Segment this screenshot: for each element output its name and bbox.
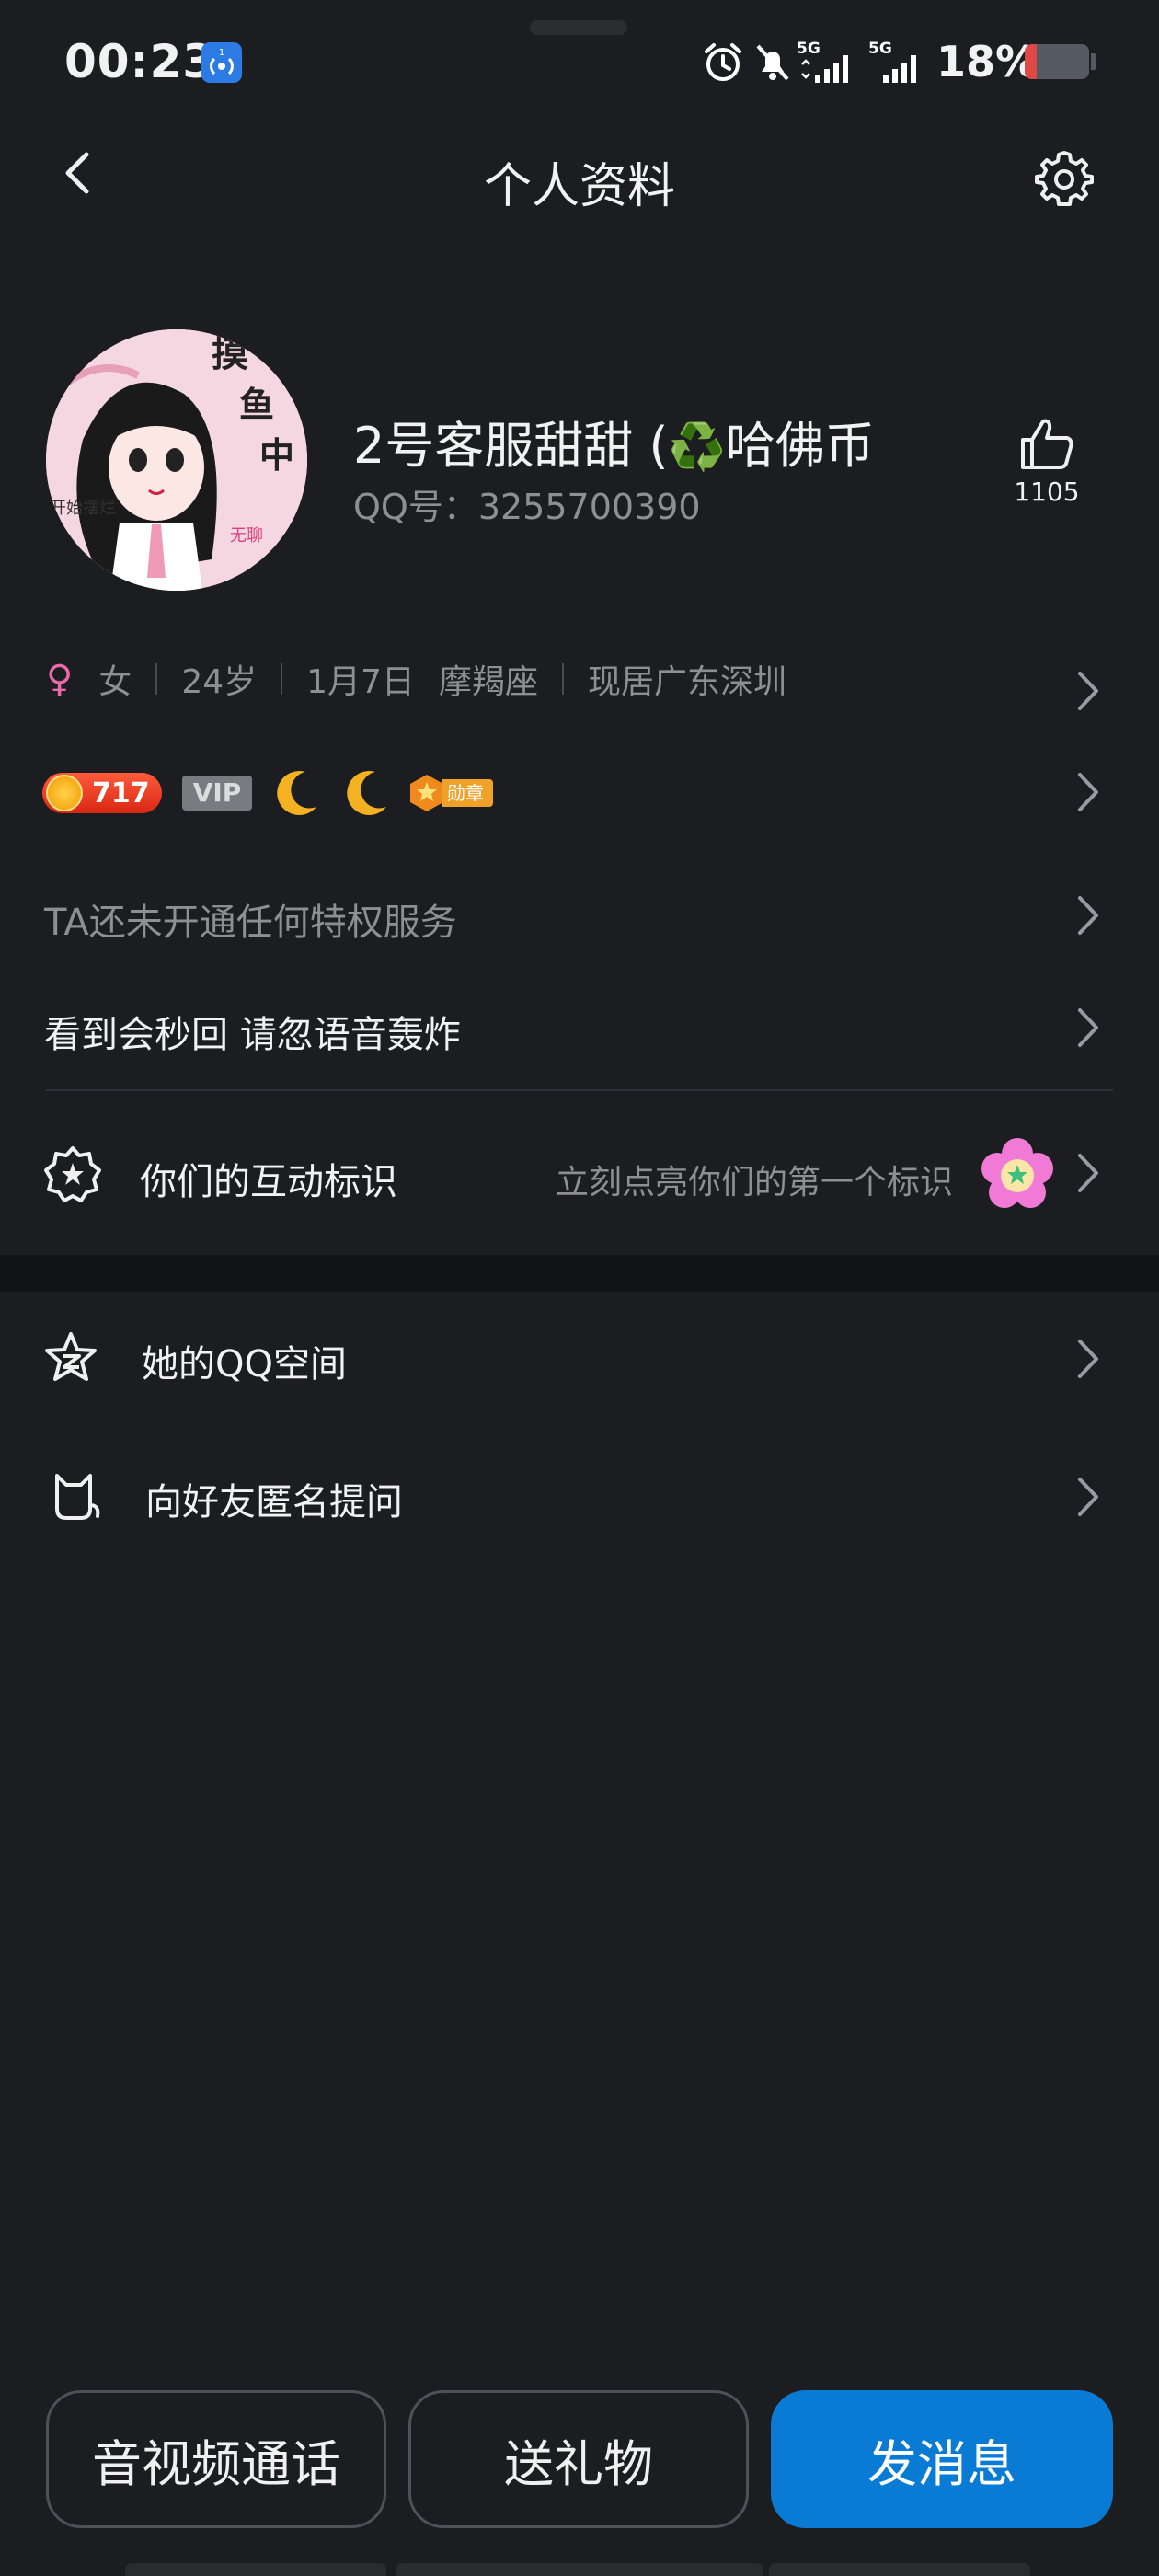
nav-bar-segment xyxy=(396,2563,763,2576)
thumbs-up-icon xyxy=(1021,419,1073,469)
level-badge: 717 xyxy=(42,773,162,813)
privilege-row[interactable]: TA还未开通任何特权服务 xyxy=(44,892,457,946)
chevron-right-icon[interactable] xyxy=(1076,1152,1100,1198)
section-separator xyxy=(0,1255,1159,1292)
medal-badge: 勋章 xyxy=(407,774,493,812)
signature-row[interactable]: 看到会秒回 请忽语音轰炸 xyxy=(44,1005,461,1058)
battery-icon xyxy=(1025,44,1089,79)
battery-tip xyxy=(1091,53,1096,70)
chevron-right-icon[interactable] xyxy=(1076,670,1100,716)
qq-label: QQ号： xyxy=(353,487,478,527)
chevron-right-icon[interactable] xyxy=(1076,1476,1100,1522)
svg-text:摸: 摸 xyxy=(212,333,248,375)
avatar[interactable]: 摸 鱼 中 开始摆烂 无聊 xyxy=(46,329,307,591)
nickname-suffix: 哈佛币 xyxy=(725,417,875,475)
hotspot-icon: 1 xyxy=(201,42,242,83)
divider xyxy=(561,663,564,695)
female-icon: ♀ xyxy=(46,658,74,700)
divider xyxy=(46,1089,1113,1091)
qq-value: 3255700390 xyxy=(477,487,701,527)
nickname: 2号客服甜甜 (♻️哈佛币 xyxy=(353,405,875,477)
medal-label: 勋章 xyxy=(442,779,493,807)
chevron-right-icon[interactable] xyxy=(1076,771,1100,817)
signal-icon-1: 5G xyxy=(797,39,857,86)
nav-bar-segment xyxy=(125,2563,386,2576)
location: 现居广东深圳 xyxy=(587,663,786,701)
svg-text:无聊: 无聊 xyxy=(230,526,263,546)
recycle-emoji: ♻️ xyxy=(668,420,726,474)
badge-row[interactable]: 717 VIP 勋章 xyxy=(42,771,493,816)
nav-bar-segment xyxy=(769,2563,1030,2576)
gear-icon xyxy=(1035,151,1094,206)
nickname-prefix: 2号客服甜甜 ( xyxy=(353,417,669,475)
svg-text:1: 1 xyxy=(219,48,224,58)
divider xyxy=(155,663,158,695)
flower-icon xyxy=(981,1137,1054,1211)
signal-icon-2: 5G xyxy=(868,39,929,86)
moon-icon xyxy=(347,771,386,816)
mute-bell-icon xyxy=(751,40,795,85)
moon-icon xyxy=(277,771,316,816)
status-time: 00:23 xyxy=(64,35,216,88)
interaction-hint[interactable]: 立刻点亮你们的第一个标识 xyxy=(556,1156,953,1203)
settings-button[interactable] xyxy=(1034,147,1095,208)
qzone-star-icon xyxy=(42,1330,99,1387)
vip-badge: VIP xyxy=(182,776,252,811)
svg-text:鱼: 鱼 xyxy=(239,385,274,425)
coin-icon xyxy=(46,775,83,811)
svg-text:开始摆烂: 开始摆烂 xyxy=(50,499,116,518)
zodiac: 摩羯座 xyxy=(438,663,538,701)
alarm-icon xyxy=(701,40,745,85)
age: 24岁 xyxy=(181,663,258,701)
battery-percent: 18% xyxy=(936,37,1039,86)
svg-text:5G: 5G xyxy=(868,40,892,58)
svg-text:中: 中 xyxy=(259,435,294,476)
gender: 女 xyxy=(98,663,132,701)
qq-number: QQ号：3255700390 xyxy=(353,478,701,529)
anon-question-label[interactable]: 向好友匿名提问 xyxy=(145,1472,403,1525)
birthday: 1月7日 xyxy=(306,663,415,701)
chevron-right-icon[interactable] xyxy=(1076,1338,1100,1384)
like-button[interactable] xyxy=(1016,416,1078,471)
call-button[interactable]: 音视频通话 xyxy=(46,2390,386,2528)
chevron-right-icon[interactable] xyxy=(1076,894,1100,940)
level-number: 717 xyxy=(92,776,150,810)
badge-star-icon xyxy=(42,1144,103,1205)
cat-icon xyxy=(48,1468,105,1525)
send-message-button[interactable]: 发消息 xyxy=(771,2390,1113,2528)
avatar-illustration: 摸 鱼 中 开始摆烂 无聊 xyxy=(46,329,307,591)
interaction-label[interactable]: 你们的互动标识 xyxy=(140,1152,397,1205)
gift-button[interactable]: 送礼物 xyxy=(408,2390,749,2528)
page-title: 个人资料 xyxy=(483,159,675,214)
camera-notch xyxy=(530,20,627,35)
divider xyxy=(281,663,283,695)
profile-info-row[interactable]: ♀ 女 24岁 1月7日 摩羯座 现居广东深圳 xyxy=(46,655,786,703)
qzone-label[interactable]: 她的QQ空间 xyxy=(142,1334,347,1387)
like-count: 1105 xyxy=(1014,477,1080,507)
chevron-right-icon[interactable] xyxy=(1076,1006,1100,1052)
svg-text:5G: 5G xyxy=(797,40,820,58)
